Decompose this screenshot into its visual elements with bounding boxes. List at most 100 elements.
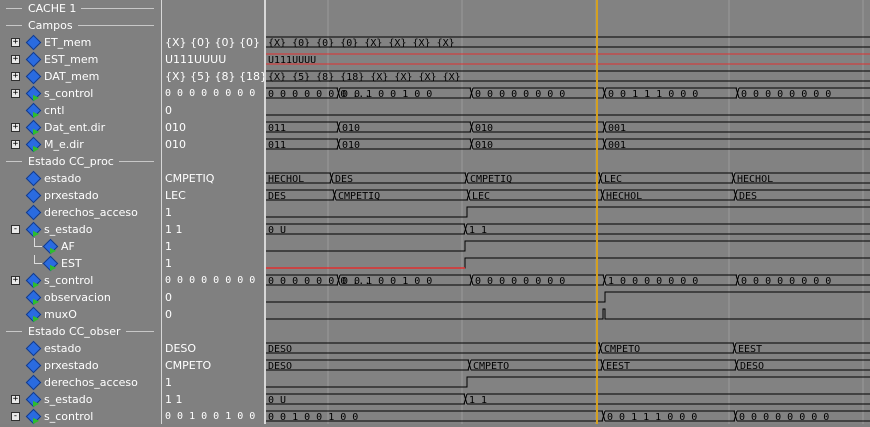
group-header[interactable]: Estado CC_obser [0, 323, 161, 340]
signal-name: s_estado [44, 393, 93, 406]
expand-icon[interactable]: + [11, 38, 20, 47]
group-header[interactable]: Campos [0, 17, 161, 34]
signal-row[interactable]: - ▶ s_control [0, 408, 161, 425]
bus-value-label: DES [268, 191, 286, 202]
expand-icon[interactable]: + [11, 123, 20, 132]
bus-waveform: DESO CMPETO EEST [266, 342, 870, 355]
bit-waveform [266, 376, 870, 388]
signal-row[interactable]: + EST_mem [0, 51, 161, 68]
bus-value-label: DESO [268, 361, 292, 372]
signal-row[interactable]: ▶ EST [0, 255, 161, 272]
signal-row[interactable]: estado [0, 340, 161, 357]
signal-row[interactable]: + ▶ M_e.dir [0, 136, 161, 153]
bus-waveform: HECHOL DES CMPETIQ LEC HECHOL [266, 172, 870, 185]
bus-value-label: 0 0 0 0 0 0 0 0 [475, 276, 565, 287]
group-header[interactable]: Estado CC_proc [0, 153, 161, 170]
signal-name: cntl [44, 104, 65, 117]
bus-value-label: EEST [738, 344, 762, 355]
signal-value: 010 [165, 138, 186, 151]
signal-row[interactable]: ▶ muxO [0, 306, 161, 323]
bus-value-label: 010 [342, 123, 360, 134]
group-divider [6, 8, 22, 9]
signal-value: 1 1 [165, 223, 183, 236]
bus-waveform: 0 U 1 1 [266, 223, 870, 236]
collapse-icon[interactable]: - [11, 225, 20, 234]
bus-value-label: 1 1 [469, 225, 487, 236]
signal-row[interactable]: estado [0, 170, 161, 187]
tree-line [34, 246, 42, 247]
signal-value: {X} {5} {8} {18}... [165, 70, 264, 83]
collapse-icon[interactable]: - [11, 412, 20, 421]
bus-waveform: 0 0 1 0 0 1 0 0 0 0 1 1 1 0 0 0 0 0 0 0 0 … [266, 410, 870, 423]
signal-row[interactable]: + DAT_mem [0, 68, 161, 85]
bus-value-label: 001 [608, 140, 626, 151]
signal-row[interactable]: ▶ AF [0, 238, 161, 255]
bus-value-label: HECHOL [737, 174, 773, 185]
group-header[interactable]: CACHE 1 [0, 0, 161, 17]
expand-icon[interactable]: + [11, 55, 20, 64]
direction-arrow-icon: ▶ [33, 297, 40, 306]
signal-value: CMPETO [165, 359, 212, 372]
signal-row[interactable]: + ▶ s_control [0, 85, 161, 102]
group-label: Estado CC_obser [28, 325, 121, 338]
group-divider [77, 25, 154, 26]
group-divider [6, 161, 22, 162]
signal-name: AF [61, 240, 75, 253]
signal-row[interactable]: derechos_acceso [0, 204, 161, 221]
signal-icon [25, 357, 42, 374]
expand-icon[interactable]: + [11, 72, 20, 81]
signal-row[interactable]: - ▶ s_estado [0, 221, 161, 238]
signal-name: s_control [44, 87, 94, 100]
expand-icon[interactable]: + [11, 276, 20, 285]
signal-row[interactable]: prxestado [0, 357, 161, 374]
bus-value-label: CMPETO [604, 344, 640, 355]
signal-value-panel: {X} {0} {0} {0} {... U111UUUU {X} {5} {8} … [162, 0, 264, 424]
bus-value-label: CMPETO [473, 361, 509, 372]
waveform-canvas[interactable]: {X} {0} {0} {0} {X} {X} {X} {X} U111UUUU {… [266, 0, 870, 424]
direction-arrow-icon: ▶ [33, 144, 40, 153]
signal-value: DESO [165, 342, 197, 355]
bus-value-label: 0 0 0 0 0 0 0 0 [739, 412, 829, 423]
signal-value: 1 1 [165, 393, 183, 406]
tree-line [34, 263, 42, 264]
signal-name: derechos_acceso [44, 206, 138, 219]
bus-value-label: 001 [608, 123, 626, 134]
expand-icon[interactable]: + [11, 140, 20, 149]
signal-row[interactable]: + ▶ Dat_ent.dir [0, 119, 161, 136]
bit-waveform [266, 240, 870, 252]
expand-icon[interactable]: + [11, 395, 20, 404]
waveform-pane[interactable]: {X} {0} {0} {0} {X} {X} {X} {X} U111UUUU {… [266, 0, 870, 424]
bus-value-label: LEC [472, 191, 490, 202]
signal-value: {X} {0} {0} {0} {... [165, 36, 264, 49]
signal-row[interactable]: derechos_acceso [0, 374, 161, 391]
bus-waveform: 011 010 010 001 [266, 121, 870, 134]
bus-value-label: LEC [604, 174, 622, 185]
group-divider [6, 25, 22, 26]
group-label: Estado CC_proc [28, 155, 114, 168]
signal-icon [25, 204, 42, 221]
signal-value [165, 17, 264, 34]
signal-row[interactable]: prxestado [0, 187, 161, 204]
signal-value: 1 [165, 206, 172, 219]
bus-waveform: 0 0 0 0 0 0 0 ...0 0 1 0 0 1 0 00 0 0 0 … [266, 87, 870, 100]
signal-icon [25, 187, 42, 204]
signal-row[interactable]: ▶ observacion [0, 289, 161, 306]
bit-waveform [266, 308, 870, 320]
expand-icon[interactable]: + [11, 89, 20, 98]
signal-value: 0 [165, 291, 172, 304]
signal-name: s_control [44, 410, 94, 423]
signal-row[interactable]: + ▶ s_control [0, 272, 161, 289]
bus-value-label: 0 0 0 0 0 0 0 0 [475, 89, 565, 100]
signal-name: s_estado [44, 223, 93, 236]
bus-value-label: 1 1 [469, 395, 487, 406]
direction-arrow-icon: ▶ [50, 246, 57, 255]
signal-row[interactable]: + ET_mem [0, 34, 161, 51]
signal-row[interactable]: ▶ cntl [0, 102, 161, 119]
signal-row[interactable]: + ▶ s_estado [0, 391, 161, 408]
bus-waveform: {X} {5} {8} {18} {X} {X} {X} {X} [266, 70, 870, 83]
group-label: Campos [28, 19, 73, 32]
bus-value-label: HECHOL [606, 191, 642, 202]
signal-name: muxO [44, 308, 77, 321]
bus-waveform: 011 010 010 001 [266, 138, 870, 151]
signal-name: estado [44, 172, 82, 185]
